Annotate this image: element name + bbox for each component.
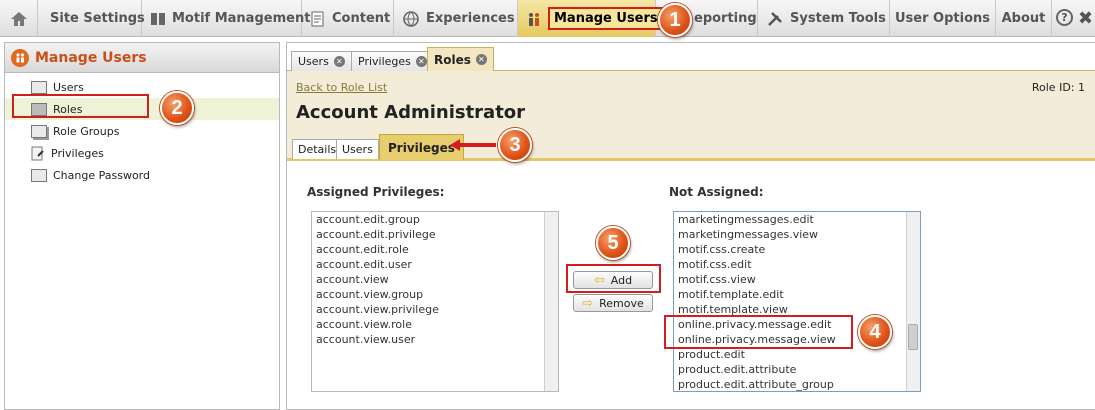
callout-5: 5 [596,226,630,260]
role-title: Account Administrator [296,102,526,123]
list-item[interactable]: motif.css.view [674,272,920,287]
subtab-details[interactable]: Details [292,139,343,159]
remove-button[interactable]: ⇨ Remove [573,294,653,312]
list-item[interactable]: motif.css.edit [674,257,920,272]
globe-icon [402,10,420,28]
password-icon [31,168,47,182]
list-item[interactable]: account.edit.role [312,242,558,257]
scrollbar[interactable] [906,212,920,391]
users-icon [526,10,542,28]
left-panel-title: Manage Users [35,49,147,66]
close-tab-icon[interactable]: ✕ [415,56,427,67]
list-item[interactable]: account.edit.user [312,257,558,272]
list-item[interactable]: motif.template.edit [674,287,920,302]
privileges-icon [31,146,45,161]
book-icon [150,10,166,28]
nav-manage-users[interactable]: Manage Users [518,0,664,37]
close-icon[interactable]: ✖ [1078,8,1093,29]
help-icon[interactable]: ? [1056,9,1073,26]
nav-site-settings[interactable]: Site Settings [38,0,145,37]
sidebar-item-change-password[interactable]: Change Password [5,164,279,186]
list-item[interactable]: account.view.role [312,317,558,332]
tab-roles[interactable]: Roles ✕ [427,47,494,71]
tab-bar: Users ✕ Privileges ✕ Roles ✕ [287,43,1095,71]
callout-4: 4 [858,315,892,349]
home-icon [10,10,28,28]
nav-home[interactable] [0,0,38,37]
arrow-right-icon: ⇨ [582,295,594,311]
back-to-role-list-link[interactable]: Back to Role List [296,81,387,94]
role-id: Role ID: 1 [1031,81,1085,94]
callout-1: 1 [658,3,692,37]
nav-experiences[interactable]: Experiences [394,0,518,37]
list-item[interactable]: account.view.group [312,287,558,302]
close-tab-icon[interactable]: ✕ [333,56,345,67]
list-item[interactable]: account.view [312,272,558,287]
subtab-users[interactable]: Users [336,139,379,159]
highlight-add [566,264,661,293]
callout-2: 2 [160,91,194,125]
list-item[interactable]: motif.css.create [674,242,920,257]
highlight-online-privacy [664,315,853,349]
not-assigned-label: Not Assigned: [669,185,764,199]
right-panel: Users ✕ Privileges ✕ Roles ✕ Back to Rol… [286,42,1095,410]
nav-about[interactable]: About [996,0,1052,37]
nav-motif-management[interactable]: Motif Management [142,0,310,37]
not-assigned-privileges-list[interactable]: marketingmessages.edit marketingmessages.… [673,211,921,392]
user-card-icon [31,80,47,94]
top-nav: Site Settings Motif Management Content E… [0,0,1095,37]
sidebar-item-privileges[interactable]: Privileges [5,142,279,164]
role-groups-icon [31,124,47,138]
list-item[interactable]: product.edit.attribute_group [674,377,920,391]
left-panel-header: Manage Users [5,43,279,73]
close-tab-icon[interactable]: ✕ [475,54,487,65]
assigned-label: Assigned Privileges: [307,185,445,199]
document-icon [310,10,326,28]
nav-user-options[interactable]: User Options [890,0,996,37]
tab-privileges[interactable]: Privileges ✕ [351,51,434,71]
arrow-pointer [450,139,496,151]
list-item[interactable]: product.edit.attribute [674,362,920,377]
users-icon [11,48,29,67]
nav-content[interactable]: Content [302,0,394,37]
list-item[interactable]: account.edit.privilege [312,227,558,242]
list-item[interactable]: account.view.user [312,332,558,347]
scrollbar[interactable] [544,212,558,391]
scrollbar-thumb[interactable] [908,324,918,350]
callout-3: 3 [498,128,532,162]
list-item[interactable]: product.edit [674,347,920,362]
sidebar-item-role-groups[interactable]: Role Groups [5,120,279,142]
list-item[interactable]: account.view.privilege [312,302,558,317]
highlight-roles [12,94,149,118]
assigned-privileges-list[interactable]: account.edit.group account.edit.privilege… [311,211,559,392]
list-item[interactable]: account.edit.group [312,212,558,227]
list-item[interactable]: marketingmessages.view [674,227,920,242]
tools-icon [766,10,784,28]
list-item[interactable]: marketingmessages.edit [674,212,920,227]
tab-users[interactable]: Users ✕ [291,51,352,71]
nav-system-tools[interactable]: System Tools [758,0,890,37]
